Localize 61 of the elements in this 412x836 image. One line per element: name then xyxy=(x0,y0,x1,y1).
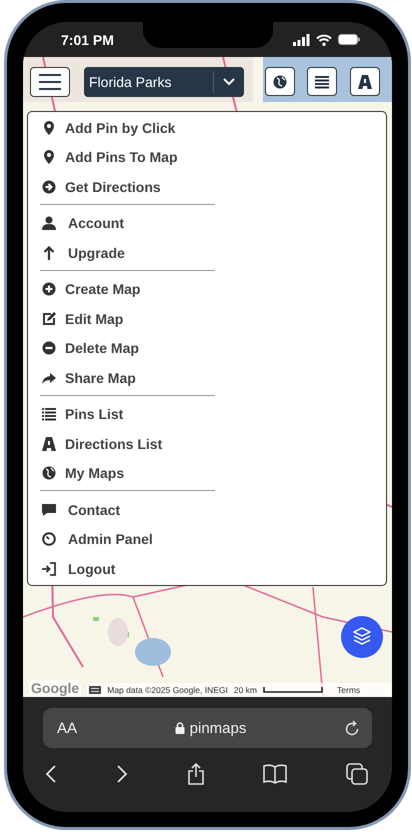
map-select[interactable]: Florida Parks xyxy=(84,67,244,97)
edit-icon xyxy=(42,312,56,326)
back-icon[interactable] xyxy=(45,764,57,784)
tabs-icon[interactable] xyxy=(346,763,368,785)
list-icon xyxy=(315,74,329,88)
signal-icon xyxy=(293,34,310,46)
text-size-button[interactable]: AA xyxy=(57,720,78,736)
scale-label: 20 km xyxy=(234,685,258,695)
reload-icon[interactable] xyxy=(344,720,360,736)
road-icon xyxy=(358,74,372,88)
share-icon[interactable] xyxy=(186,763,204,785)
menu-item[interactable]: Add Pins To Map xyxy=(42,142,178,172)
url-text: pinmaps xyxy=(190,720,246,736)
menu-item[interactable]: Get Directions xyxy=(42,172,161,202)
road-icon xyxy=(42,436,56,451)
plus-circle-icon xyxy=(42,282,56,296)
menu-item[interactable]: Pins List xyxy=(42,400,124,429)
scale-bar-icon xyxy=(263,687,324,693)
arrow-circle-icon xyxy=(42,180,56,194)
globe-icon xyxy=(273,74,287,88)
layers-icon xyxy=(353,627,371,647)
menu-item[interactable]: Account xyxy=(42,208,124,238)
lock-icon xyxy=(174,722,185,734)
list-icon xyxy=(42,407,56,422)
share-arrow-icon xyxy=(42,370,56,385)
map-attribution: Map data ©2025 Google, INEGI xyxy=(107,685,228,695)
menu-button[interactable] xyxy=(30,67,70,97)
menu-item[interactable]: My Maps xyxy=(42,458,124,488)
menu-item[interactable]: Add Pin by Click xyxy=(42,113,176,142)
pin-icon xyxy=(42,120,56,135)
pin-icon xyxy=(42,150,56,164)
terms-link[interactable]: Terms xyxy=(337,685,360,695)
wifi-icon xyxy=(316,34,332,46)
status-time: 7:01 PM xyxy=(61,32,114,48)
menu-item[interactable]: Logout xyxy=(42,554,116,584)
chevron-down-icon xyxy=(223,78,235,86)
gauge-icon xyxy=(42,532,56,546)
menu-item[interactable]: Create Map xyxy=(42,274,140,304)
battery-icon xyxy=(338,34,360,45)
menu-item[interactable]: Delete Map xyxy=(42,334,139,363)
menu-icon xyxy=(39,74,61,90)
list-button[interactable] xyxy=(307,67,337,96)
logout-icon xyxy=(42,562,56,576)
road-button[interactable] xyxy=(350,67,380,96)
globe-icon xyxy=(42,466,56,480)
keyboard-icon[interactable] xyxy=(89,686,102,694)
globe-button[interactable] xyxy=(265,67,295,96)
menu-item[interactable]: Directions List xyxy=(42,429,162,458)
menu-item[interactable]: Contact xyxy=(42,495,120,524)
user-icon xyxy=(42,216,56,230)
menu-item[interactable]: Share Map xyxy=(42,363,136,392)
forward-icon[interactable] xyxy=(116,764,128,784)
menu-item[interactable]: Upgrade xyxy=(42,238,125,268)
book-icon[interactable] xyxy=(263,764,288,784)
address-bar[interactable]: AA pinmaps xyxy=(43,708,372,748)
menu-item[interactable]: Edit Map xyxy=(42,304,124,334)
map-logo: Google xyxy=(29,680,82,697)
chat-icon xyxy=(42,502,56,517)
minus-circle-icon xyxy=(42,341,56,356)
arrow-up-icon xyxy=(42,246,56,260)
menu-item[interactable]: Admin Panel xyxy=(42,524,153,554)
